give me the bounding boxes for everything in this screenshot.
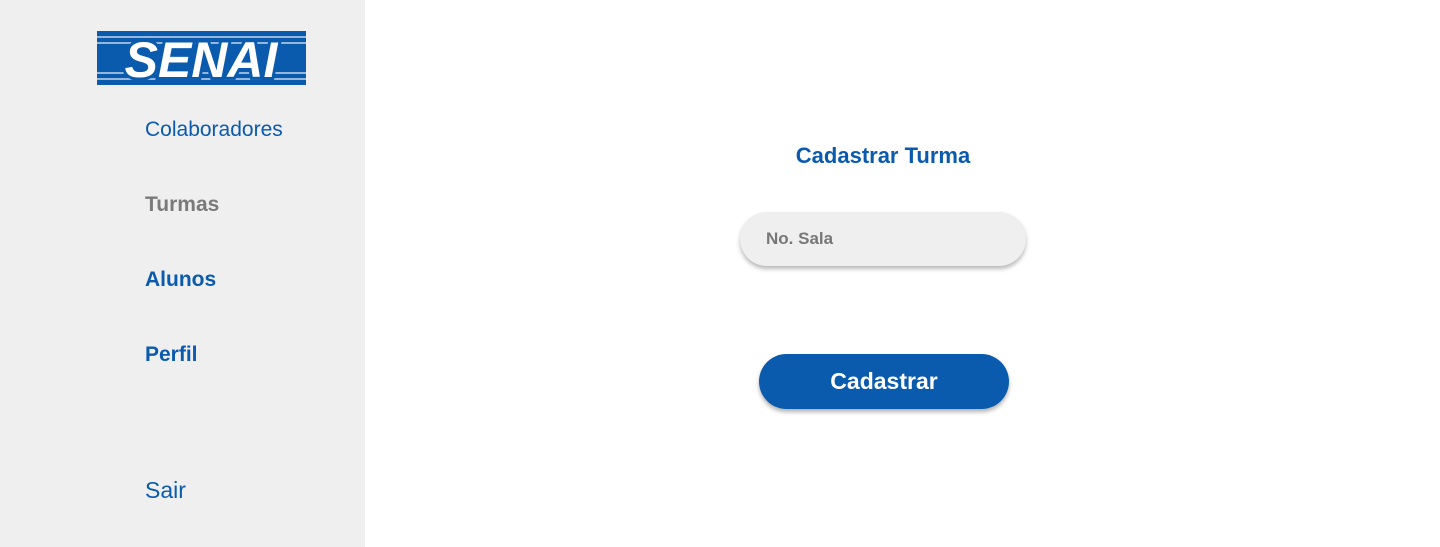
sidebar-item-colaboradores[interactable]: Colaboradores <box>145 118 283 142</box>
submit-button[interactable]: Cadastrar <box>759 354 1009 409</box>
room-number-input[interactable] <box>740 212 1026 266</box>
page-title: Cadastrar Turma <box>795 143 971 168</box>
logout-link[interactable]: Sair <box>145 478 186 502</box>
sidebar-item-turmas[interactable]: Turmas <box>145 193 219 217</box>
logo-text: SENAI <box>125 32 279 85</box>
senai-logo[interactable]: SENAI SENAI <box>97 31 306 85</box>
sidebar-item-perfil[interactable]: Perfil <box>145 343 198 367</box>
sidebar-item-alunos[interactable]: Alunos <box>145 268 216 292</box>
sidebar: SENAI SENAI Colaboradores Turmas Alunos … <box>0 0 365 547</box>
senai-logo-graphic: SENAI SENAI <box>97 31 306 85</box>
main-content: Cadastrar Turma Cadastrar <box>365 0 1440 547</box>
